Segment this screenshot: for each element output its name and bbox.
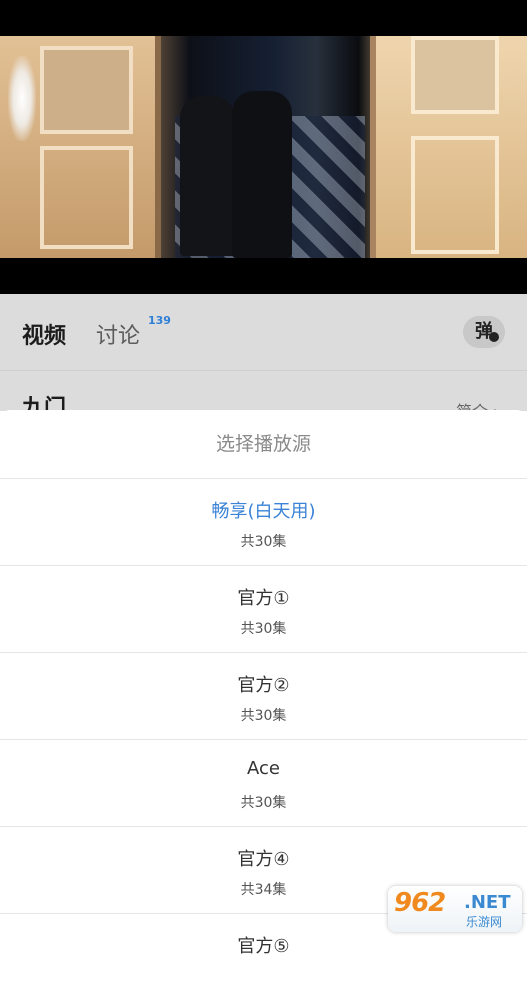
source-name: 官方① bbox=[237, 588, 290, 609]
source-option[interactable]: Ace 共30集 bbox=[0, 740, 527, 827]
watermark-sub: 乐游网 bbox=[466, 915, 503, 929]
watermark-net: .NET bbox=[464, 892, 511, 913]
watermark-logo: 962 .NET 乐游网 bbox=[388, 886, 522, 932]
source-option[interactable]: 官方② 共30集 bbox=[0, 653, 527, 740]
source-option[interactable]: 畅享(白天用) 共30集 bbox=[0, 479, 527, 566]
video-player[interactable] bbox=[0, 36, 527, 258]
discuss-count-badge: 139 bbox=[148, 314, 171, 327]
source-name: 畅享(白天用) bbox=[211, 501, 316, 522]
source-name: 官方② bbox=[237, 675, 290, 696]
video-frame-figure bbox=[232, 91, 292, 258]
video-frame-door-right bbox=[370, 36, 527, 258]
source-episode-count: 共30集 bbox=[240, 795, 287, 811]
source-episode-count: 共30集 bbox=[240, 708, 287, 724]
video-frame-figure bbox=[180, 96, 235, 256]
watermark-number: 962 bbox=[394, 888, 446, 918]
source-name: Ace bbox=[247, 758, 280, 779]
title-section bbox=[0, 370, 527, 411]
tab-discuss[interactable]: 讨论 bbox=[96, 318, 140, 350]
source-episode-count: 共30集 bbox=[240, 534, 287, 550]
source-option[interactable]: 官方① 共30集 bbox=[0, 566, 527, 653]
tab-bar bbox=[0, 294, 527, 370]
source-picker-sheet: 选择播放源 畅享(白天用) 共30集 官方① 共30集 官方② 共30集 Ace… bbox=[0, 410, 527, 957]
danmaku-toggle-button[interactable]: 弹 bbox=[463, 316, 505, 348]
danmaku-off-icon bbox=[489, 332, 499, 342]
status-bar bbox=[0, 0, 527, 36]
sheet-title: 选择播放源 bbox=[0, 410, 527, 479]
source-name: 官方④ bbox=[237, 849, 290, 870]
video-letterbox bbox=[0, 258, 527, 294]
video-frame-torch bbox=[8, 56, 36, 141]
source-episode-count: 共30集 bbox=[240, 621, 287, 637]
tab-video[interactable]: 视频 bbox=[22, 318, 66, 350]
